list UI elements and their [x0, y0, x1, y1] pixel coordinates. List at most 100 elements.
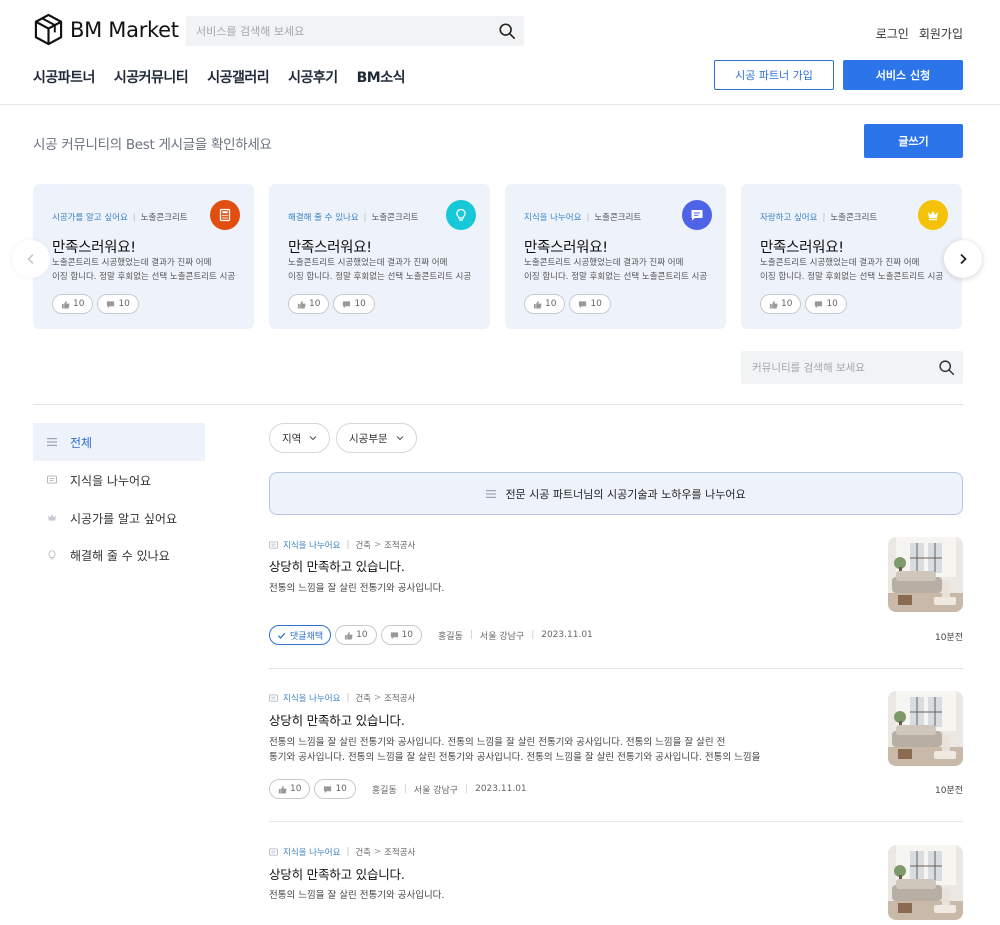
post-footer: 댓글채택 10 10 홍길동 | 서울 강남구 | 2023.11.01	[269, 625, 593, 645]
card-meta: 시공가를 알고 싶어요 | 노출콘크리트	[52, 213, 188, 223]
post-title[interactable]: 상당히 만족하고 있습니다.	[269, 556, 405, 575]
comment-icon	[579, 300, 587, 308]
best-card[interactable]: 자랑하고 싶어요 | 노출콘크리트 만족스러워요! 노출콘트리트 시공했었는데 결과…	[741, 184, 962, 329]
chat-icon	[682, 200, 712, 230]
chevron-left-icon	[27, 253, 34, 265]
carousel-prev-button[interactable]	[12, 240, 50, 278]
region-filter[interactable]: 지역	[269, 423, 331, 453]
post-title[interactable]: 상당히 만족하고 있습니다.	[269, 710, 405, 729]
thumbs-up-icon	[769, 300, 778, 309]
best-card[interactable]: 시공가를 알고 싶어요 | 노출콘크리트 만족스러워요! 노출콘트리트 시공했었는데…	[33, 184, 254, 329]
header-divider	[0, 104, 1000, 105]
nav-construction-community[interactable]: 시공커뮤니티	[114, 67, 189, 87]
signup-link[interactable]: 회원가입	[919, 25, 963, 42]
post-divider	[269, 821, 963, 822]
nav-construction-partner[interactable]: 시공파트너	[33, 67, 95, 87]
crown-icon	[48, 514, 56, 521]
service-request-button[interactable]: 서비스 신청	[843, 60, 963, 90]
like-count-pill[interactable]: 10	[288, 294, 330, 314]
like-count-pill[interactable]: 10	[760, 294, 802, 314]
sidebar-item-solve[interactable]: 해결해 줄 수 있나요	[33, 536, 205, 574]
community-search	[741, 351, 963, 384]
like-count-pill[interactable]: 10	[524, 294, 566, 314]
thumbs-up-icon	[297, 300, 306, 309]
post-author: 홍길동	[438, 631, 463, 642]
post-category[interactable]: 지식을 나누어요	[283, 846, 340, 858]
card-excerpt: 노출콘트리트 시공했었는데 결과가 진짜 어메 이징 합니다. 정말 후회없는 선…	[52, 258, 236, 282]
card-category[interactable]: 시공가를 알고 싶어요	[52, 213, 128, 223]
list-icon	[486, 489, 497, 498]
post-tag: 건축	[355, 694, 371, 704]
category-filter-label: 시공부문	[349, 432, 388, 445]
thumbs-up-icon	[278, 785, 287, 794]
post-tag: 건축	[355, 541, 371, 551]
carousel-next-button[interactable]	[944, 240, 982, 278]
card-title: 만족스러워요!	[524, 240, 608, 256]
comment-adopted-badge: 댓글채택	[269, 625, 332, 645]
comment-count-pill[interactable]: 10	[569, 294, 611, 314]
post-thumbnail[interactable]	[888, 691, 963, 766]
like-count-pill[interactable]: 10	[52, 294, 94, 314]
partner-join-button[interactable]: 시공 파트너 가입	[714, 60, 834, 90]
card-category[interactable]: 자랑하고 싶어요	[760, 213, 817, 223]
login-link[interactable]: 로그인	[876, 25, 909, 42]
post-category[interactable]: 지식을 나누어요	[283, 692, 340, 704]
post-excerpt: 전통의 느낌을 잘 살린 전통기와 공사입니다.	[269, 583, 445, 594]
card-category[interactable]: 지식을 나누어요	[524, 213, 581, 223]
card-excerpt: 노출콘트리트 시공했었는데 결과가 진짜 어메 이징 합니다. 정말 후회없는 선…	[288, 258, 472, 282]
sidebar-item-price[interactable]: 시공가를 알고 싶어요	[33, 499, 205, 537]
notice-banner[interactable]: 전문 시공 파트너님의 시공기술과 노하우를 나누어요	[269, 472, 963, 515]
card-tag: 노출콘크리트	[140, 213, 188, 223]
comment-count-pill[interactable]: 10	[380, 625, 423, 645]
card-meta: 자랑하고 싶어요 | 노출콘크리트	[760, 213, 878, 223]
post-tag: 건축	[355, 848, 371, 858]
category-filter[interactable]: 시공부문	[336, 423, 417, 453]
card-title: 만족스러워요!	[760, 240, 844, 256]
logo[interactable]: BM Market	[33, 13, 179, 46]
post-author: 홍길동	[371, 785, 397, 796]
lightbulb-icon	[446, 200, 476, 230]
chat-icon	[269, 847, 278, 856]
sidebar-item-all[interactable]: 전체	[33, 423, 205, 461]
sidebar-item-label: 해결해 줄 수 있나요	[70, 548, 170, 563]
card-tag: 노출콘크리트	[594, 213, 642, 223]
post-title[interactable]: 상당히 만족하고 있습니다.	[269, 864, 405, 883]
post-meta: 지식을 나누어요 | 건축 > 조적공사	[269, 846, 415, 858]
post-location: 서울 강남구	[479, 631, 525, 642]
nav-construction-reviews[interactable]: 시공후기	[288, 67, 338, 87]
card-category[interactable]: 해결해 줄 수 있나요	[288, 213, 359, 223]
comment-count-pill[interactable]: 10	[333, 294, 375, 314]
search-icon[interactable]	[938, 359, 955, 376]
lightbulb-icon	[48, 550, 56, 560]
section-divider	[33, 404, 963, 405]
best-card[interactable]: 해결해 줄 수 있나요 | 노출콘크리트 만족스러워요! 노출콘트리트 시공했었는데…	[269, 184, 490, 329]
card-meta: 해결해 줄 수 있나요 | 노출콘크리트	[288, 213, 419, 223]
post-category[interactable]: 지식을 나누어요	[283, 539, 340, 551]
comment-icon	[107, 300, 115, 308]
comment-icon	[815, 300, 823, 308]
search-icon[interactable]	[498, 22, 516, 40]
thumbs-up-icon	[61, 300, 70, 309]
chevron-right-icon	[960, 253, 967, 265]
card-tag: 노출콘크리트	[830, 213, 878, 223]
best-card[interactable]: 지식을 나누어요 | 노출콘크리트 만족스러워요! 노출콘트리트 시공했었는데 결과…	[505, 184, 726, 329]
write-post-button[interactable]: 글쓰기	[864, 124, 963, 158]
community-search-input[interactable]	[741, 351, 931, 384]
post-thumbnail[interactable]	[888, 537, 963, 612]
post-thumbnail[interactable]	[888, 845, 963, 920]
nav-construction-gallery[interactable]: 시공갤러리	[207, 67, 269, 87]
like-count-pill[interactable]: 10	[269, 779, 311, 799]
comment-count-pill[interactable]: 10	[805, 294, 847, 314]
like-count-pill[interactable]: 10	[335, 625, 377, 645]
sidebar-item-knowledge[interactable]: 지식을 나누어요	[33, 461, 205, 499]
post-location: 서울 강남구	[413, 785, 459, 796]
sidebar-item-label: 지식을 나누어요	[70, 473, 152, 488]
chat-icon	[47, 475, 57, 484]
comment-count-pill[interactable]: 10	[314, 779, 356, 799]
post-meta: 지식을 나누어요 | 건축 > 조적공사	[269, 692, 415, 704]
comment-icon	[390, 631, 398, 639]
nav-bm-news[interactable]: BM소식	[357, 67, 406, 87]
card-title: 만족스러워요!	[52, 240, 136, 256]
service-search-input[interactable]	[186, 16, 486, 46]
comment-count-pill[interactable]: 10	[97, 294, 139, 314]
